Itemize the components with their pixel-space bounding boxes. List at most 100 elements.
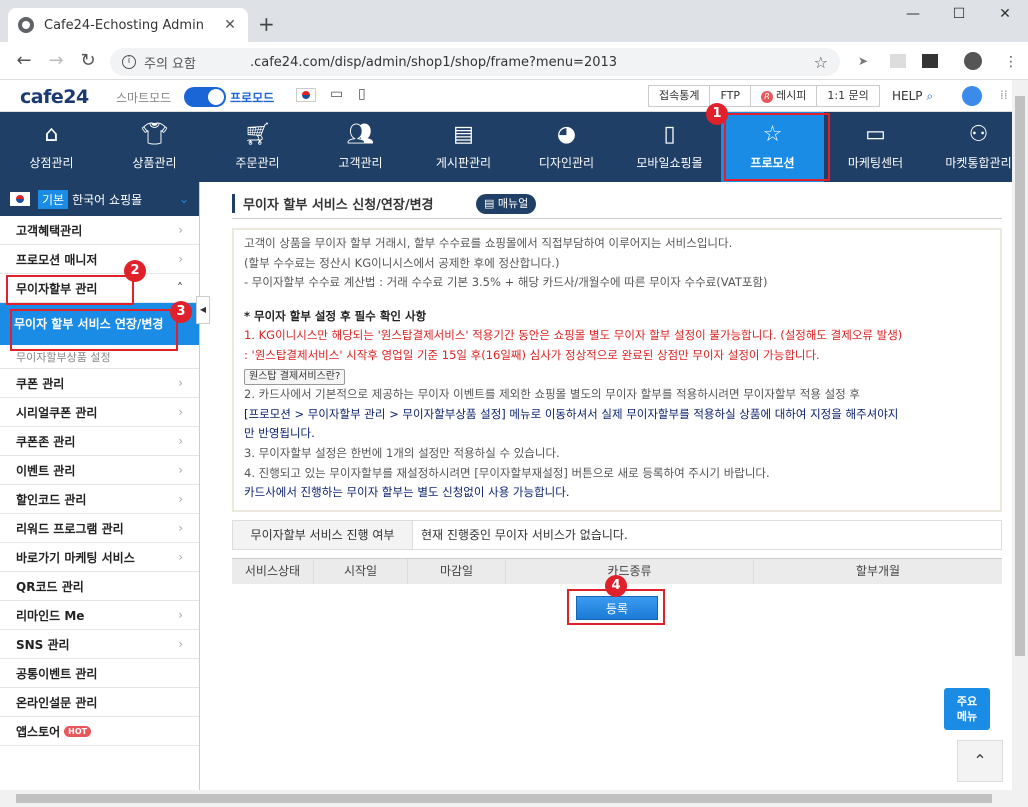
chevron-right-icon: › — [178, 521, 183, 535]
admin-topbar: cafe24 스마트모드 프로모드 ▭ ▯ 접속통계 FTP R 레시피 1:1 … — [0, 80, 1012, 112]
nav-orders[interactable]: 🛒︎ 주문관리 — [206, 112, 309, 182]
nav-store[interactable]: ⌂ 상점관리 — [0, 112, 103, 182]
cafe24-logo[interactable]: cafe24 — [20, 86, 89, 108]
menu-dots-icon[interactable]: ⋮ — [1004, 54, 1020, 70]
new-tab-icon[interactable]: + — [258, 12, 275, 36]
sidebar-item-shortcut-marketing[interactable]: 바로가기 마케팅 서비스 › — [0, 543, 199, 572]
chevron-right-icon: › — [178, 376, 183, 390]
scroll-thumb[interactable] — [16, 794, 992, 803]
search-icon: ⌕ — [926, 89, 934, 103]
scroll-thumb[interactable] — [1015, 96, 1025, 656]
page-title: 무이자 할부 서비스 신청/연장/변경 — [232, 194, 434, 213]
nav-customers[interactable]: 👥︎ 고객관리 — [309, 112, 412, 182]
close-icon[interactable]: ✕ — [222, 17, 238, 33]
annotation-badge: 2 — [124, 260, 146, 282]
pc-icon[interactable]: ▭ — [330, 86, 343, 102]
notice-box: 고객이 상품을 무이자 할부 거래시, 할부 수수료를 쇼핑몰에서 직접부담하여… — [232, 228, 1002, 512]
annotation-box-promotion — [724, 113, 830, 181]
palette-icon: ◕ — [556, 122, 577, 147]
nav-marketing[interactable]: ▭ 마케팅센터 — [824, 112, 927, 182]
user-avatar[interactable] — [962, 86, 982, 106]
chevron-right-icon: › — [178, 608, 183, 622]
help-link[interactable]: HELP ⌕ — [892, 89, 933, 104]
home-icon: ⌂ — [44, 122, 59, 147]
annotation-box-submenu — [10, 309, 178, 351]
extension-a-icon[interactable] — [922, 54, 938, 68]
notice-line: 2. 카드사에서 기본적으로 제공하는 무이자 이벤트를 제외한 쇼핑몰 별도의… — [244, 387, 860, 402]
url-text: .cafe24.com/disp/admin/shop1/shop/frame?… — [249, 54, 618, 70]
sidebar-item-coupon-zone[interactable]: 쿠폰존 관리 › — [0, 427, 199, 456]
nav-market-integration[interactable]: ⚇ 마켓통합관리 — [927, 112, 1012, 182]
onestop-info-button[interactable]: 원스탑 결제서비스란? — [244, 368, 346, 385]
sidebar-item-appstore[interactable]: 앱스토어 HOT — [0, 717, 199, 746]
window-close-icon[interactable]: ✕ — [982, 6, 1028, 22]
chevron-right-icon: › — [178, 405, 183, 419]
mobile-icon[interactable]: ▯ — [358, 86, 366, 102]
cursor-ext-icon[interactable]: ➤ — [858, 54, 874, 68]
sidebar-item-reward[interactable]: 리워드 프로그램 관리 › — [0, 514, 199, 543]
sidebar-collapse-icon[interactable]: ◀ — [196, 296, 210, 324]
nav-design[interactable]: ◕ 디자인관리 — [515, 112, 618, 182]
notice-warning: 1. KG이니시스만 해당되는 '원스탑결제서비스' 적용기간 동안은 쇼핑몰 … — [244, 328, 903, 343]
mobile-icon: ▯ — [663, 122, 676, 147]
browser-tabstrip: Cafe24-Echosting Admin ✕ + — ☐ ✕ — [0, 0, 1028, 42]
horizontal-scrollbar[interactable] — [0, 790, 1028, 807]
shop-badge: 기본 — [38, 189, 69, 209]
notice-line-blue: [프로모션 > 무이자할부 관리 > 무이자할부상품 설정] 메뉴로 이동하셔서… — [244, 406, 899, 421]
notice-line: - 무이자할부 수수료 계산법 : 거래 수수료 기본 3.5% + 해당 카드… — [244, 275, 768, 290]
divider — [232, 218, 1002, 219]
bookmark-star-icon[interactable]: ☆ — [814, 53, 828, 72]
grid-menu-icon[interactable]: ⁞⁞ — [1000, 88, 1008, 102]
sidebar-item-coupon[interactable]: 쿠폰 관리 › — [0, 369, 199, 398]
col-start-date: 시작일 — [314, 559, 408, 584]
maximize-icon[interactable]: ☐ — [936, 6, 982, 22]
sidebar-item-qr[interactable]: QR코드 관리 — [0, 572, 199, 601]
shop-selector[interactable]: 기본 한국어 쇼핑몰 ⌄ — [0, 182, 199, 216]
url-input[interactable]: i 주의 요함 .cafe24.com/disp/admin/shop1/sho… — [110, 48, 840, 76]
stats-link[interactable]: 접속통계 — [649, 86, 711, 106]
sidebar: 기본 한국어 쇼핑몰 ⌄ 고객혜택관리 › 프로모션 매니저 › 무이자할부 관리 ˄… — [0, 182, 200, 790]
profile-icon[interactable] — [964, 52, 982, 70]
vertical-scrollbar[interactable] — [1012, 80, 1028, 790]
chevron-right-icon: › — [178, 550, 183, 564]
korea-flag-icon — [10, 192, 30, 206]
shop-name: 한국어 쇼핑몰 — [72, 192, 143, 207]
mode-toggle[interactable] — [184, 87, 226, 107]
nav-board[interactable]: ▤ 게시판관리 — [412, 112, 515, 182]
chevron-up-icon: ˄ — [177, 281, 183, 295]
back-icon[interactable]: ← — [12, 50, 36, 71]
quick-menu-button[interactable]: 주요 메뉴 — [944, 688, 990, 730]
notice-line: 3. 무이자할부 설정은 한번에 1개의 설정만 적용하실 수 있습니다. — [244, 445, 560, 460]
manual-button[interactable]: ▤ 매뉴얼 — [476, 194, 537, 214]
recipe-icon: R — [760, 91, 773, 103]
annotation-badge: 3 — [170, 301, 192, 323]
nav-mobile[interactable]: ▯ 모바일쇼핑몰 — [618, 112, 721, 182]
sidebar-item-sns[interactable]: SNS 관리 › — [0, 630, 199, 659]
sidebar-item-common-event[interactable]: 공통이벤트 관리 — [0, 659, 199, 688]
sidebar-item-discount-code[interactable]: 할인코드 관리 › — [0, 485, 199, 514]
browser-tab[interactable]: Cafe24-Echosting Admin ✕ — [8, 8, 248, 42]
network-icon: ⚇ — [968, 122, 989, 147]
minimize-icon[interactable]: — — [890, 6, 936, 22]
forward-icon[interactable]: → — [44, 50, 68, 71]
annotation-badge: 4 — [605, 575, 627, 597]
annotation-badge: 1 — [706, 103, 728, 125]
sidebar-item-serial-coupon[interactable]: 시리얼쿠폰 관리 › — [0, 398, 199, 427]
scroll-top-icon[interactable]: ⌃ — [957, 740, 1003, 782]
nav-products[interactable]: 👕︎ 상품관리 — [103, 112, 206, 182]
chevron-right-icon: › — [178, 434, 183, 448]
pro-mode-label[interactable]: 프로모드 — [230, 89, 274, 106]
sidebar-item-remind[interactable]: 리마인드 Me › — [0, 601, 199, 630]
info-icon[interactable]: i — [122, 55, 136, 69]
smart-mode-label[interactable]: 스마트모드 — [116, 89, 171, 106]
sidebar-item-survey[interactable]: 온라인설문 관리 — [0, 688, 199, 717]
sidebar-item-event[interactable]: 이벤트 관리 › — [0, 456, 199, 485]
korea-flag-icon[interactable] — [296, 88, 316, 102]
sidebar-item-customer-benefit[interactable]: 고객혜택관리 › — [0, 216, 199, 245]
status-value: 현재 진행중인 무이자 서비스가 없습니다. — [421, 528, 628, 542]
reload-icon[interactable]: ↻ — [76, 50, 100, 71]
sidebar-item-promotion-manager[interactable]: 프로모션 매니저 › — [0, 245, 199, 274]
recipe-link[interactable]: R 레시피 — [751, 86, 818, 106]
inquiry-link[interactable]: 1:1 문의 — [817, 86, 878, 106]
extension-icon[interactable] — [890, 54, 906, 68]
